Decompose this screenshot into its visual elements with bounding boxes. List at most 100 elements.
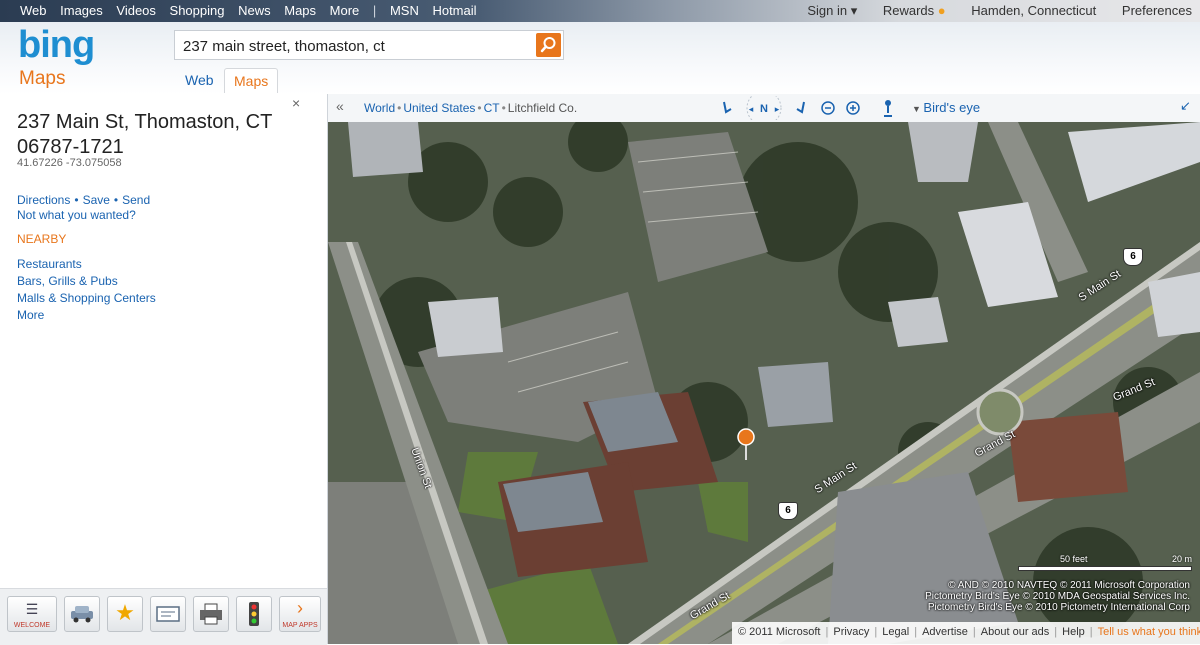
map-credits: © AND © 2010 NAVTEQ © 2011 Microsoft Cor… [925,580,1190,613]
nav-link-videos[interactable]: Videos [116,3,156,18]
feedback-link[interactable]: Tell us what you think [1098,626,1200,638]
footer-separator: | [1054,626,1058,638]
nearby-restaurants-link[interactable]: Restaurants [17,256,156,273]
top-navigation-bar: Web Images Videos Shopping News Maps Mor… [0,0,1200,22]
location-link[interactable]: Hamden, Connecticut [971,3,1096,18]
nav-link-maps[interactable]: Maps [284,3,316,18]
map-apps-label: MAP APPS [282,622,318,629]
nav-link-news[interactable]: News [238,3,271,18]
search-box [174,30,564,60]
nav-link-shopping[interactable]: Shopping [170,3,225,18]
traffic-light-icon [249,602,259,626]
nearby-more-link[interactable]: More [17,307,156,324]
credit-line: © AND © 2010 NAVTEQ © 2011 Microsoft Cor… [948,580,1190,591]
welcome-button[interactable]: ☰ WELCOME [7,596,57,632]
copyright: © 2011 Microsoft [738,626,821,638]
compass-label: N [760,103,768,115]
location-pin-icon[interactable] [737,428,755,460]
favorites-button[interactable]: ★ [107,596,143,632]
breadcrumb-separator: • [501,101,506,115]
save-link[interactable]: Save [83,193,110,207]
expand-icon[interactable]: ↙ [1180,98,1191,114]
breadcrumb-ct[interactable]: CT [484,101,500,115]
print-button[interactable] [193,596,229,632]
tab-maps[interactable]: Maps [224,68,279,93]
footer-separator: | [972,626,976,638]
privacy-link[interactable]: Privacy [833,626,869,638]
search-input[interactable] [181,35,530,57]
nav-link-images[interactable]: Images [60,3,103,18]
map-apps-button[interactable]: › MAP APPS [279,596,321,632]
streetside-person-icon[interactable] [885,100,891,106]
top-nav-links: Web Images Videos Shopping News Maps Mor… [20,3,487,18]
list-icon: ☰ [25,601,39,617]
printer-icon [200,603,222,625]
pan-right-icon[interactable]: ▸ [775,104,780,114]
map-scale: 50 feet 20 m [1018,554,1194,572]
route-6-shield: 6 [778,502,798,520]
results-panel: × 237 Main St, Thomaston, CT 06787-1721 … [0,94,328,645]
coordinates: 41.67226 -73.075058 [17,157,122,169]
dot-separator: • [113,193,119,207]
nav-separator: | [372,3,377,18]
birds-eye-map[interactable]: S Main St S Main St Grand St Grand St Gr… [328,122,1200,644]
nav-link-msn[interactable]: MSN [390,3,419,18]
rotate-left-icon[interactable] [723,101,732,114]
view-selector-label: Bird's eye [923,100,981,115]
nearby-heading: NEARBY [17,232,67,246]
nav-link-hotmail[interactable]: Hotmail [432,3,476,18]
pan-left-icon[interactable]: ◂ [749,104,754,114]
rewards-label: Rewards [882,3,935,18]
maps-logo-label: Maps [19,68,66,89]
business-card-button[interactable] [150,596,186,632]
scale-feet: 50 feet [1060,554,1088,564]
route-6-shield: 6 [1123,248,1143,266]
result-address: 237 Main St, Thomaston, CT 06787-1721 [17,110,272,160]
top-nav-right: Sign in ▾ Rewards ● Hamden, Connecticut … [785,3,1192,19]
dot-separator: • [74,193,79,207]
header: bing Maps Web Maps [0,22,1200,94]
map-control-bar: « World • United States • CT • Litchfield Co. … [328,94,1200,123]
business-card-icon [156,606,180,622]
directions-link[interactable]: Directions [17,193,70,207]
map-toolbar: ☰ WELCOME ★ › MAP APPS [0,588,327,645]
traffic-button[interactable] [236,596,272,632]
chevron-right-icon: › [297,598,303,618]
nav-link-more[interactable]: More [330,3,360,18]
map-navigation-controls[interactable]: N ◂ ▸ [718,96,918,120]
nearby-malls-link[interactable]: Malls & Shopping Centers [17,290,156,307]
footer-separator: | [914,626,918,638]
breadcrumb-litchfield: Litchfield Co. [507,101,578,115]
send-link[interactable]: Send [122,193,150,207]
close-icon[interactable]: × [292,95,300,111]
nearby-bars-link[interactable]: Bars, Grills & Pubs [17,273,156,290]
scale-meters: 20 m [1171,554,1192,564]
car-icon [71,606,93,623]
footer-separator: | [825,626,829,638]
nearby-list: Restaurants Bars, Grills & Pubs Malls & … [17,256,156,324]
breadcrumb-united-states[interactable]: United States [403,101,475,115]
legal-link[interactable]: Legal [882,626,909,638]
rewards-link[interactable]: Rewards ● [883,3,946,18]
nav-link-web[interactable]: Web [20,3,47,18]
address-line-1: 237 Main St, Thomaston, CT [17,111,273,133]
about-ads-link[interactable]: About our ads [981,626,1050,638]
help-link[interactable]: Help [1062,626,1085,638]
bing-logo[interactable]: bing [18,24,95,67]
breadcrumb-world[interactable]: World [364,101,395,115]
rotate-right-icon[interactable] [796,101,805,114]
not-what-you-wanted-link[interactable]: Not what you wanted? [17,208,136,222]
tab-web[interactable]: Web [176,68,223,92]
view-selector[interactable]: ▼ Bird's eye [912,100,980,115]
sign-in-link[interactable]: Sign in ▾ [807,3,857,18]
search-icon [540,37,556,53]
breadcrumb-separator: • [477,101,482,115]
car-button[interactable] [64,596,100,632]
credit-line: Pictometry Bird's Eye © 2010 Pictometry … [927,602,1190,613]
collapse-panel-icon[interactable]: « [336,98,344,114]
scale-bar [1018,566,1192,571]
preferences-link[interactable]: Preferences [1122,3,1192,18]
search-button[interactable] [536,33,561,57]
advertise-link[interactable]: Advertise [922,626,968,638]
breadcrumb: World • United States • CT • Litchfield Co. [364,101,577,115]
